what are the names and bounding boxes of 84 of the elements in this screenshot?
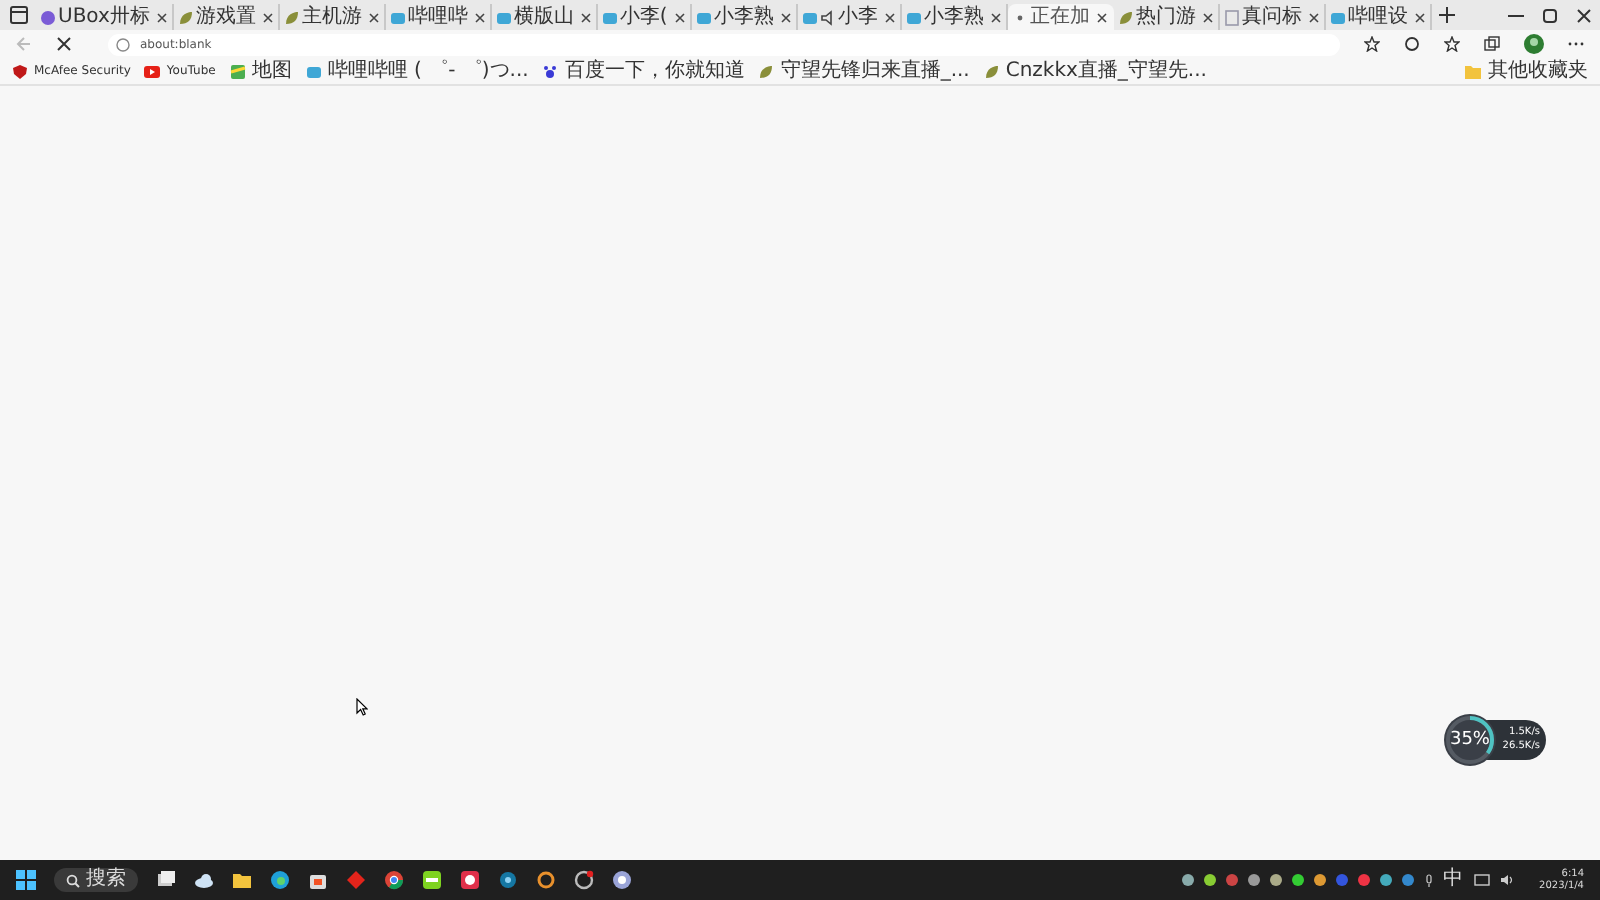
input-method-indicator[interactable]: 中 bbox=[1443, 868, 1464, 892]
app-icon[interactable] bbox=[498, 870, 518, 890]
app-icon[interactable] bbox=[612, 870, 632, 890]
tab-actions-icon[interactable] bbox=[10, 6, 28, 24]
browser-tab[interactable]: 小李 bbox=[797, 4, 902, 30]
favorites-icon[interactable] bbox=[1444, 36, 1460, 52]
close-icon[interactable] bbox=[1095, 11, 1108, 23]
speaker-icon[interactable] bbox=[819, 9, 836, 25]
page-icon bbox=[1223, 9, 1240, 25]
ring-icon[interactable] bbox=[536, 870, 556, 890]
close-icon[interactable] bbox=[579, 11, 592, 23]
close-icon[interactable] bbox=[155, 11, 168, 23]
folder-icon[interactable] bbox=[232, 870, 252, 890]
stop-icon[interactable] bbox=[56, 36, 72, 52]
tv-icon bbox=[495, 9, 512, 25]
close-icon[interactable] bbox=[883, 11, 896, 23]
close-icon[interactable] bbox=[1307, 11, 1320, 23]
browser-tab[interactable]: 热门游 bbox=[1113, 4, 1220, 30]
map-icon bbox=[229, 63, 246, 79]
browser-tab[interactable]: 哔哩哔 bbox=[385, 4, 492, 30]
browser-tab[interactable]: 小李熟 bbox=[901, 4, 1008, 30]
tv-icon bbox=[905, 9, 922, 25]
dark-app-icon[interactable] bbox=[574, 870, 594, 890]
close-icon[interactable] bbox=[261, 11, 274, 23]
shield-icon bbox=[12, 63, 28, 79]
network-icon[interactable] bbox=[1473, 873, 1490, 887]
close-icon[interactable] bbox=[673, 11, 686, 23]
volume-icon[interactable] bbox=[1499, 874, 1514, 886]
microphone-icon[interactable] bbox=[1423, 873, 1434, 887]
globe-icon[interactable] bbox=[270, 870, 290, 890]
browser-tab[interactable]: 小李( bbox=[597, 4, 692, 30]
leaf-icon bbox=[758, 63, 775, 79]
close-icon[interactable] bbox=[367, 11, 380, 23]
leaf-icon bbox=[283, 9, 300, 25]
paw-icon bbox=[542, 63, 559, 79]
tv-icon bbox=[801, 9, 818, 25]
browser-tab[interactable]: 哔哩设 bbox=[1325, 4, 1432, 30]
browser-tab[interactable]: 主机游 bbox=[279, 4, 386, 30]
close-icon[interactable] bbox=[989, 11, 1002, 23]
bookmark[interactable]: 守望先锋归来直播_... bbox=[758, 59, 970, 83]
info-icon bbox=[116, 37, 130, 51]
collections-icon[interactable] bbox=[1484, 36, 1500, 52]
browser-tab[interactable]: 小李熟 bbox=[691, 4, 798, 30]
favorite-add-icon[interactable] bbox=[1364, 36, 1380, 52]
avatar-icon[interactable] bbox=[1524, 34, 1544, 54]
tv-icon bbox=[305, 63, 322, 79]
tv-icon bbox=[1329, 9, 1346, 25]
search-box[interactable]: 搜索 bbox=[54, 868, 138, 892]
folder-icon bbox=[1464, 63, 1482, 79]
tv-icon bbox=[601, 9, 618, 25]
bookmark[interactable]: Cnzkkx直播_守望先... bbox=[983, 59, 1207, 83]
app-icon[interactable] bbox=[422, 870, 442, 890]
browser-tab[interactable]: 正在加 bbox=[1007, 4, 1114, 30]
bookmark[interactable]: 百度一下，你就知道 bbox=[542, 59, 745, 83]
browser-tab[interactable]: 横版山 bbox=[491, 4, 598, 30]
task-view-icon[interactable] bbox=[156, 870, 176, 890]
close-icon[interactable] bbox=[1201, 11, 1214, 23]
usage-gauge: 35% bbox=[1444, 714, 1496, 766]
leaf-icon bbox=[983, 63, 1000, 79]
new-tab-icon[interactable] bbox=[1437, 6, 1456, 24]
tv-icon bbox=[695, 9, 712, 25]
mouse-cursor-icon bbox=[356, 698, 368, 716]
video-icon bbox=[144, 63, 161, 79]
leaf-icon bbox=[177, 9, 194, 25]
diamond-icon[interactable] bbox=[346, 870, 366, 890]
close-icon[interactable] bbox=[473, 11, 486, 23]
app-icon[interactable] bbox=[460, 870, 480, 890]
browser-tab[interactable]: UBox卅标 bbox=[36, 4, 174, 30]
restore-icon[interactable] bbox=[1542, 7, 1558, 23]
close-icon[interactable] bbox=[1413, 11, 1426, 23]
search-icon bbox=[66, 873, 80, 887]
cloud-icon[interactable] bbox=[194, 870, 214, 890]
close-icon[interactable] bbox=[1576, 7, 1592, 23]
bookmark[interactable]: 哔哩哔哩 ( ゜- ゜)つ... bbox=[305, 59, 529, 83]
browser-tab[interactable]: 游戏置 bbox=[173, 4, 280, 30]
tv-icon bbox=[389, 9, 406, 25]
chrome-icon[interactable] bbox=[384, 870, 404, 890]
bag-icon[interactable] bbox=[308, 870, 328, 890]
leaf-icon bbox=[1117, 9, 1134, 25]
close-icon[interactable] bbox=[779, 11, 792, 23]
bookmark[interactable]: 地图 bbox=[229, 59, 292, 83]
windows-logo-icon[interactable] bbox=[16, 870, 36, 890]
browser-tab[interactable]: 真问标 bbox=[1219, 4, 1326, 30]
bookmark-folder[interactable]: 其他收藏夹 bbox=[1464, 59, 1588, 83]
